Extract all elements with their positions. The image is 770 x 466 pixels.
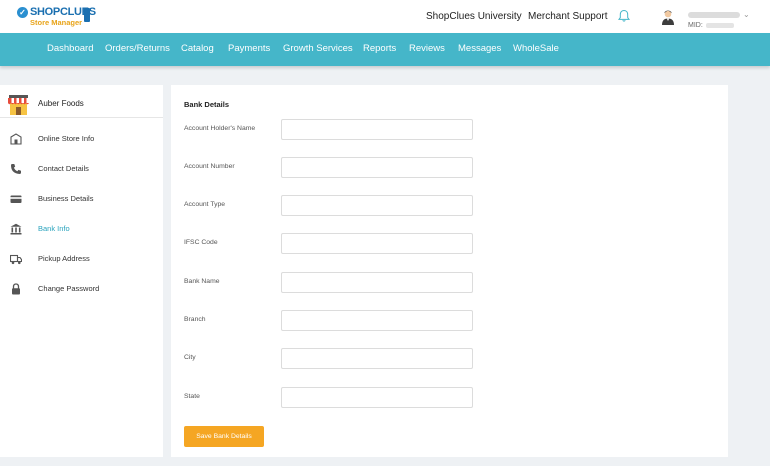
- city-label: City: [184, 354, 196, 361]
- store-icon: [8, 95, 29, 115]
- sidebar-item-label: Contact Details: [38, 164, 89, 173]
- nav-reports[interactable]: Reports: [363, 43, 396, 54]
- city-input[interactable]: [281, 348, 473, 369]
- bell-icon[interactable]: [617, 9, 631, 23]
- store-front-icon: [10, 133, 22, 145]
- nav-messages[interactable]: Messages: [458, 43, 501, 54]
- bank-name-input[interactable]: [281, 272, 473, 293]
- account-type-input[interactable]: [281, 195, 473, 216]
- bank-details-panel: Bank Details Account Holder's Name Accou…: [171, 85, 728, 457]
- account-type-label: Account Type: [184, 201, 226, 208]
- logo-subtitle: Store Manager: [30, 18, 83, 27]
- account-holder-name-label: Account Holder's Name: [184, 125, 256, 132]
- sidebar-item-online-store-info[interactable]: Online Store Info: [0, 129, 163, 151]
- account-number-input[interactable]: [281, 157, 473, 178]
- logo-badge: [84, 8, 90, 22]
- profile-sidebar: Auber Foods Online Store Info Contact De…: [0, 85, 163, 457]
- shopclues-logo[interactable]: ✓ SHOPCLUES Store Manager: [17, 6, 96, 28]
- logo-check-icon: ✓: [17, 7, 28, 18]
- save-bank-details-button[interactable]: Save Bank Details: [184, 426, 264, 447]
- branch-label: Branch: [184, 316, 206, 323]
- nav-orders-returns[interactable]: Orders/Returns: [105, 43, 170, 54]
- sidebar-item-bank-info[interactable]: Bank Info: [0, 219, 163, 241]
- merchant-id-label: MID:: [688, 22, 703, 29]
- truck-icon: [10, 254, 22, 265]
- nav-catalog[interactable]: Catalog: [181, 43, 214, 54]
- nav-wholesale[interactable]: WholeSale: [513, 43, 559, 54]
- sidebar-item-label: Change Password: [38, 284, 100, 293]
- sidebar-item-label: Pickup Address: [38, 254, 90, 263]
- chevron-down-icon[interactable]: ⌄: [743, 10, 750, 19]
- account-holder-name-input[interactable]: [281, 119, 473, 140]
- avatar-icon[interactable]: [661, 9, 675, 25]
- sidebar-item-label: Business Details: [38, 194, 94, 203]
- sidebar-item-contact-details[interactable]: Contact Details: [0, 159, 163, 181]
- page-title: Bank Details: [184, 100, 230, 109]
- account-number-label: Account Number: [184, 163, 235, 170]
- ifsc-code-input[interactable]: [281, 233, 473, 254]
- bank-icon: [10, 223, 22, 235]
- nav-dashboard[interactable]: Dashboard: [47, 43, 93, 54]
- sidebar-item-pickup-address[interactable]: Pickup Address: [0, 249, 163, 271]
- card-icon: [10, 195, 22, 203]
- nav-growth-services[interactable]: Growth Services: [283, 43, 353, 54]
- lock-icon: [12, 283, 20, 295]
- state-input[interactable]: [281, 387, 473, 408]
- store-name: Auber Foods: [38, 99, 84, 108]
- ifsc-code-label: IFSC Code: [184, 239, 218, 246]
- sidebar-item-change-password[interactable]: Change Password: [0, 279, 163, 301]
- main-nav: Dashboard Orders/Returns Catalog Payment…: [0, 33, 770, 66]
- store-header: Auber Foods: [0, 85, 163, 118]
- nav-reviews[interactable]: Reviews: [409, 43, 445, 54]
- sidebar-item-label: Online Store Info: [38, 134, 95, 143]
- state-label: State: [184, 393, 200, 400]
- phone-icon: [11, 164, 21, 174]
- sidebar-item-business-details[interactable]: Business Details: [0, 189, 163, 211]
- top-header: ✓ SHOPCLUES Store Manager ShopClues Univ…: [0, 0, 770, 33]
- user-name-redacted: [688, 12, 740, 18]
- shopclues-university-link[interactable]: ShopClues University: [426, 11, 522, 22]
- bank-name-label: Bank Name: [184, 278, 220, 285]
- nav-payments[interactable]: Payments: [228, 43, 270, 54]
- merchant-support-link[interactable]: Merchant Support: [528, 11, 608, 22]
- merchant-id-redacted: [706, 23, 734, 28]
- branch-input[interactable]: [281, 310, 473, 331]
- sidebar-item-label: Bank Info: [38, 224, 70, 233]
